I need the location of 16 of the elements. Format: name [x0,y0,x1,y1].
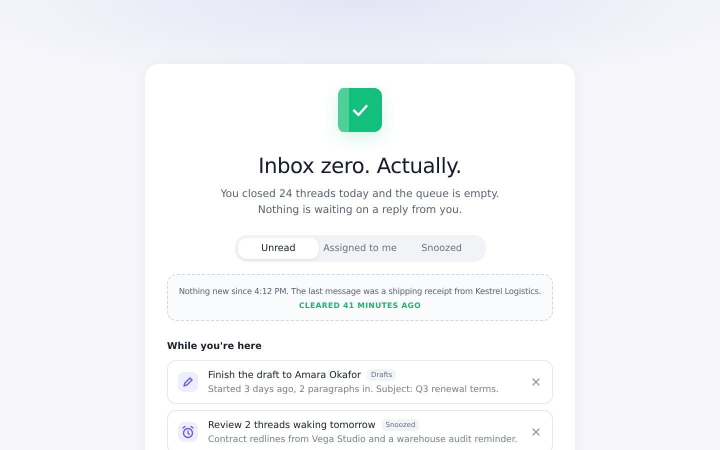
tab[interactable]: Unread [238,238,320,259]
item-detail: Started 3 days ago, 2 paragraphs in. Subject: Q3 renewal terms. [208,385,500,395]
check-icon [338,88,382,132]
pencil-icon [178,372,198,392]
item-title: Finish the draft to Amara Okafor [208,370,361,380]
alarm-clock-icon [178,422,198,442]
subtitle: You closed 24 threads today and the queue is empty. Nothing is waiting on a reply from you. [220,187,500,218]
section-heading: While you're here [167,341,262,352]
close-icon[interactable] [530,376,542,388]
tab[interactable]: Assigned to me [319,238,401,259]
close-icon[interactable] [530,426,542,438]
item-detail: Contract redlines from Vega Studio and a warehouse audit reminder. [208,435,518,445]
page-title: Inbox zero. Actually. [258,154,462,178]
tab[interactable]: Snoozed [400,238,483,259]
notice-text: Nothing new since 4:12 PM. The last message was a shipping receipt from Kestrel Logistics. [178,286,542,296]
item-title: Review 2 threads waking tomorrow [208,420,376,430]
